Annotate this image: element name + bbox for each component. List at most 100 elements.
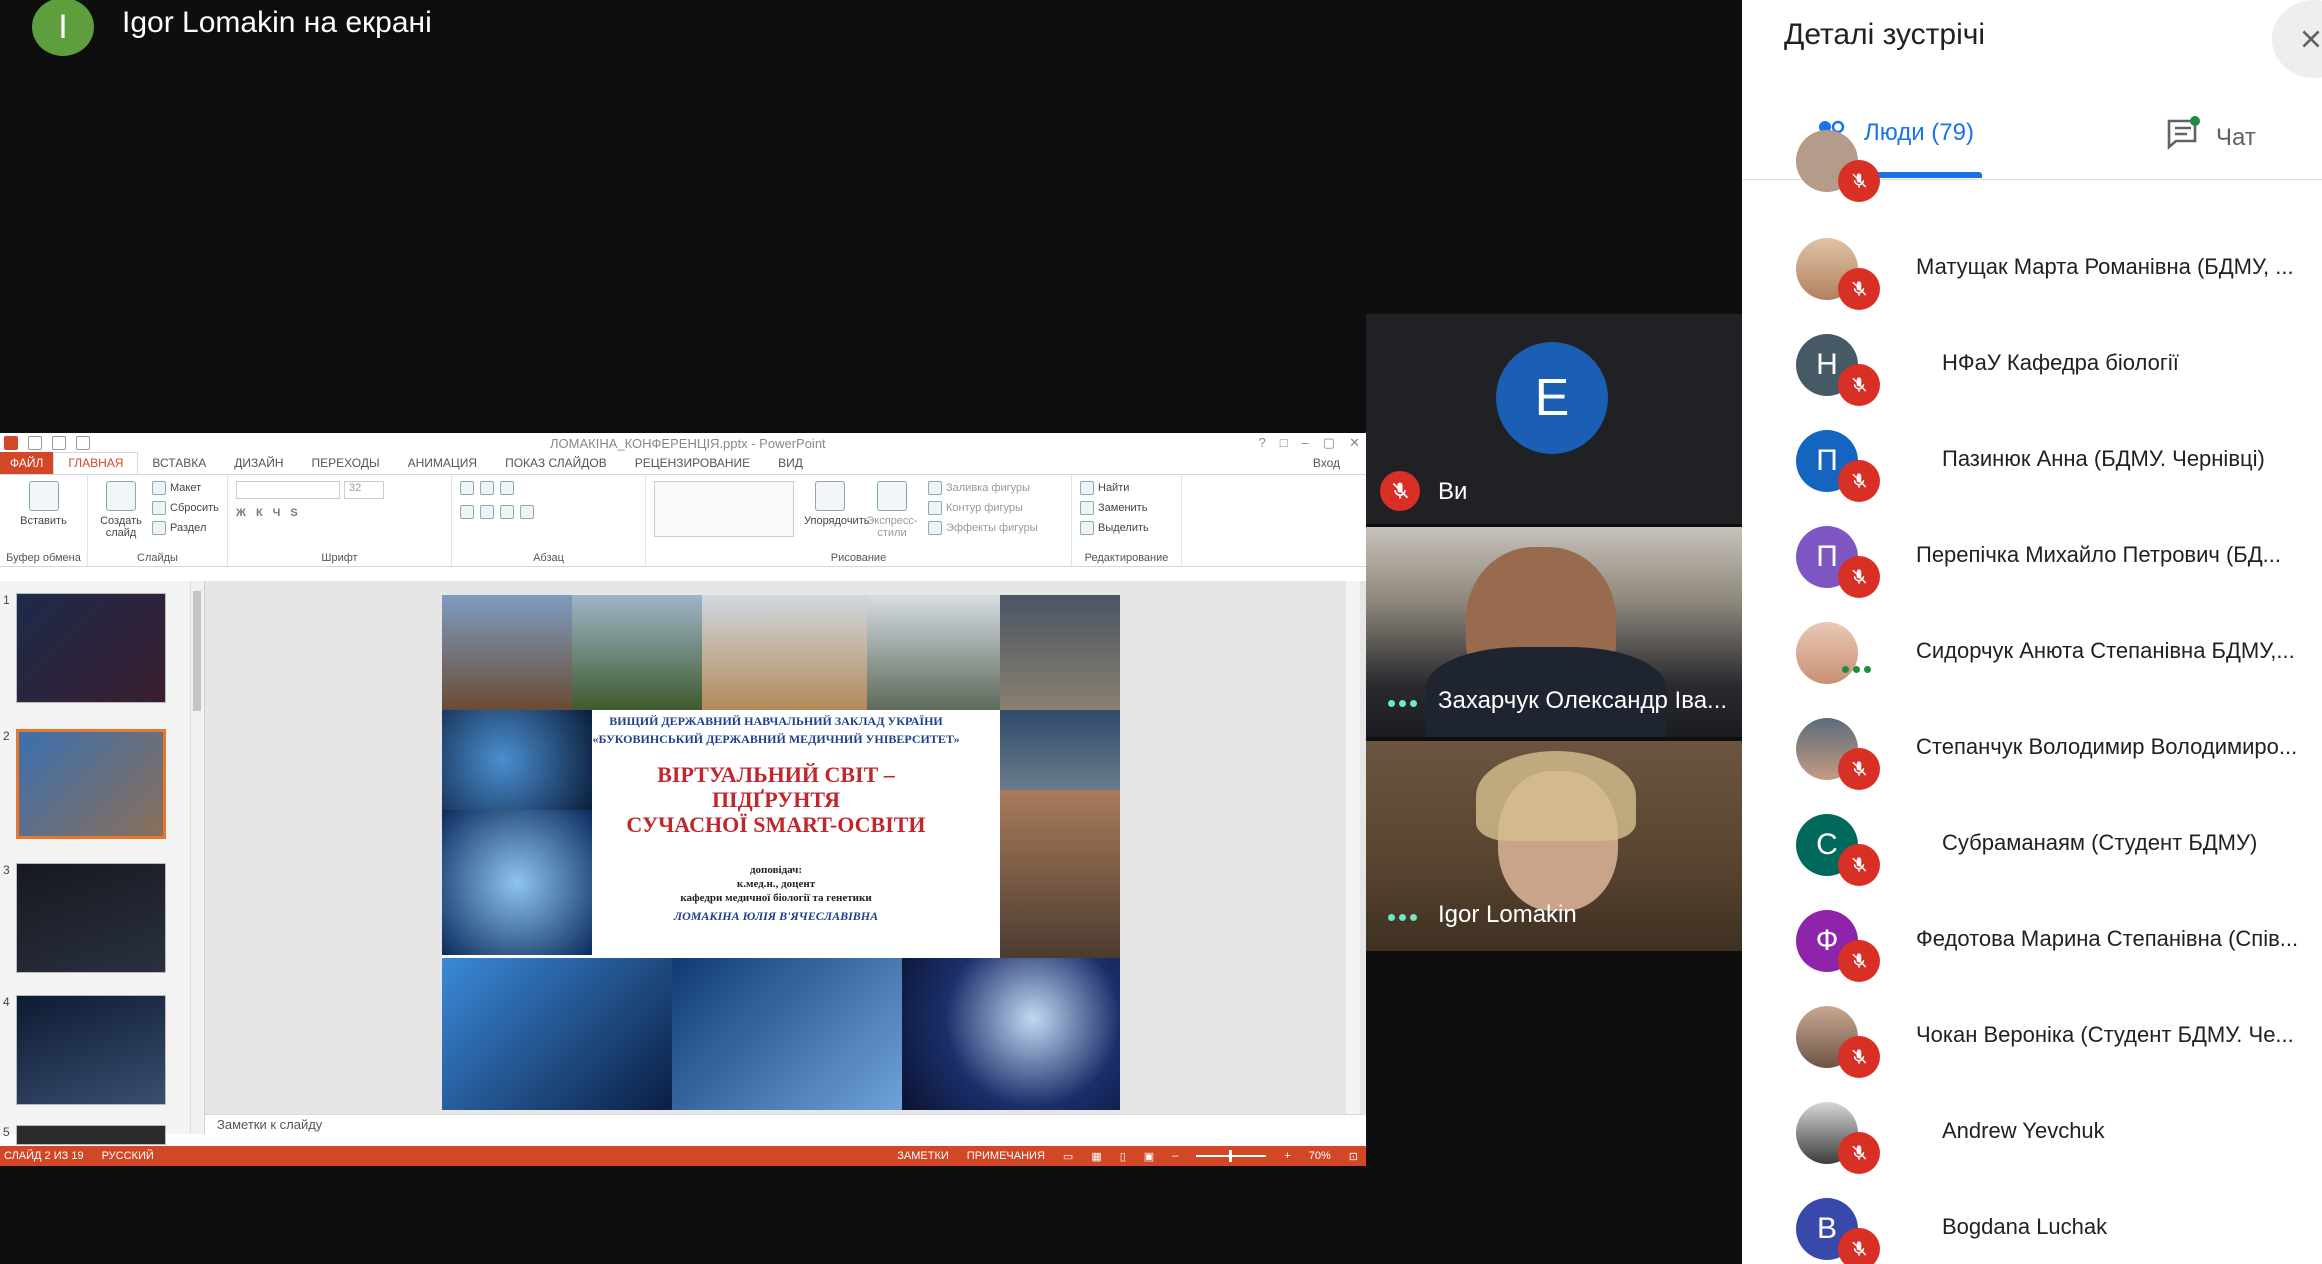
section-button[interactable]: Раздел — [152, 521, 219, 535]
slide-title: ВІРТУАЛЬНИЙ СВІТ – ПІДҐРУНТЯ — [657, 762, 895, 812]
audio-indicator-icon — [1388, 914, 1417, 921]
slide-sorter-icon[interactable]: ▦ — [1091, 1150, 1101, 1163]
list-item[interactable]: П Пазинюк Анна (БДМУ. Чернівці) — [1742, 414, 2322, 510]
list-item[interactable]: Сидорчук Анюта Степанівна БДМУ,... — [1742, 606, 2322, 702]
scroll-knob[interactable] — [193, 591, 201, 711]
notes-toggle[interactable]: ЗАМЕТКИ — [897, 1150, 949, 1162]
font-size-select[interactable]: 32 — [344, 481, 384, 499]
numbering-icon[interactable] — [480, 481, 494, 495]
list-item[interactable]: П Перепічка Михайло Петрович (БД... — [1742, 510, 2322, 606]
undo-icon[interactable] — [52, 436, 66, 450]
slide-title: СУЧАСНОЇ SMART-ОСВІТИ — [626, 812, 926, 837]
shape-effects-button[interactable]: Эффекты фигуры — [928, 521, 1038, 535]
zoom-out-icon[interactable]: – — [1172, 1150, 1178, 1162]
tab-review[interactable]: РЕЦЕНЗИРОВАНИЕ — [621, 456, 764, 474]
shadow-button[interactable]: S — [290, 507, 297, 519]
slide-thumbnail[interactable] — [16, 593, 166, 703]
notes-pane[interactable]: Заметки к слайду — [205, 1114, 1366, 1134]
new-slide-button[interactable]: Создать слайд — [96, 481, 146, 560]
tab-view[interactable]: ВИД — [764, 456, 817, 474]
layout-button[interactable]: Макет — [152, 481, 219, 495]
tab-animations[interactable]: АНИМАЦИЯ — [394, 456, 491, 474]
mic-off-icon — [1838, 1228, 1880, 1264]
list-item[interactable]: Ф Федотова Марина Степанівна (Спів... — [1742, 894, 2322, 990]
fit-to-window-icon[interactable]: ⊡ — [1349, 1150, 1358, 1163]
zoom-level[interactable]: 70% — [1309, 1150, 1331, 1162]
save-icon[interactable] — [28, 436, 42, 450]
thumb-number: 2 — [3, 729, 10, 743]
bullets-icon[interactable] — [460, 481, 474, 495]
align-center-icon[interactable] — [480, 505, 494, 519]
italic-button[interactable]: К — [256, 507, 263, 519]
slide-thumbnail[interactable] — [16, 995, 166, 1105]
quick-access-toolbar — [0, 436, 90, 450]
pp-titlebar: ЛОМАКІНА_КОНФЕРЕНЦІЯ.pptx - PowerPoint ?… — [0, 433, 1366, 453]
tab-home[interactable]: ГЛАВНАЯ — [53, 452, 139, 474]
thumb-number: 4 — [3, 995, 10, 1009]
zoom-in-icon[interactable]: + — [1284, 1150, 1290, 1162]
tab-design[interactable]: ДИЗАЙН — [220, 456, 297, 474]
indent-icon[interactable] — [500, 481, 514, 495]
tab-slideshow[interactable]: ПОКАЗ СЛАЙДОВ — [491, 456, 621, 474]
slide-thumbnail-selected[interactable] — [16, 729, 166, 839]
list-item[interactable]: Матущак Марта Романівна (БДМУ, ... — [1742, 222, 2322, 318]
ribbon: Вставить Буфер обмена Создать слайд Маке… — [0, 475, 1366, 567]
zoom-slider[interactable] — [1196, 1150, 1267, 1162]
help-icon[interactable]: ? — [1258, 435, 1265, 451]
slide-photo — [1000, 790, 1120, 958]
close-icon[interactable]: ✕ — [1349, 435, 1360, 451]
mic-off-icon — [1838, 460, 1880, 502]
quick-styles-button[interactable]: Экспресс-стили — [866, 481, 918, 560]
underline-button[interactable]: Ч — [273, 507, 281, 519]
section-icon — [152, 521, 166, 535]
find-button[interactable]: Найти — [1080, 481, 1173, 495]
ribbon-display-icon[interactable]: □ — [1280, 435, 1288, 451]
slideshow-icon[interactable]: ▣ — [1144, 1150, 1154, 1163]
bold-button[interactable]: Ж — [236, 507, 246, 519]
list-item[interactable] — [1742, 114, 2322, 210]
tab-insert[interactable]: ВСТАВКА — [138, 456, 220, 474]
list-item[interactable]: С Субраманаям (Студент БДМУ) — [1742, 798, 2322, 894]
close-panel-button[interactable] — [2272, 0, 2322, 78]
select-button[interactable]: Выделить — [1080, 521, 1173, 535]
tab-transitions[interactable]: ПЕРЕХОДЫ — [298, 456, 394, 474]
shape-fill-button[interactable]: Заливка фигуры — [928, 481, 1038, 495]
comments-toggle[interactable]: ПРИМЕЧАНИЯ — [967, 1150, 1045, 1162]
minimize-icon[interactable]: – — [1302, 435, 1309, 451]
mic-off-icon — [1838, 556, 1880, 598]
group-label: Абзац — [533, 552, 564, 564]
font-name-select[interactable] — [236, 481, 340, 499]
align-right-icon[interactable] — [500, 505, 514, 519]
shape-outline-button[interactable]: Контур фигуры — [928, 501, 1038, 515]
layout-label: Макет — [170, 482, 202, 494]
maximize-icon[interactable]: ▢ — [1323, 435, 1335, 451]
list-item[interactable]: Степанчук Володимир Володимиро... — [1742, 702, 2322, 798]
list-item[interactable]: Andrew Yevchuk — [1742, 1086, 2322, 1182]
replace-button[interactable]: Заменить — [1080, 501, 1173, 515]
slide-scrollbar[interactable] — [1346, 581, 1360, 1114]
reset-button[interactable]: Сбросить — [152, 501, 219, 515]
paste-button[interactable]: Вставить — [8, 515, 79, 527]
slide-photo — [442, 958, 672, 1110]
thumbnail-scrollbar[interactable] — [190, 581, 202, 1134]
slide-photo — [902, 958, 1120, 1110]
tab-file[interactable]: ФАЙЛ — [0, 452, 54, 474]
slide-photo — [672, 958, 902, 1110]
align-left-icon[interactable] — [460, 505, 474, 519]
arrange-button[interactable]: Упорядочить — [804, 481, 869, 560]
slide-text-box: ВИЩИЙ ДЕРЖАВНИЙ НАВЧАЛЬНИЙ ЗАКЛАД УКРАЇН… — [592, 710, 960, 956]
slide-photo — [702, 595, 867, 710]
slide-thumbnail[interactable] — [16, 1125, 166, 1145]
shapes-gallery[interactable] — [654, 481, 794, 537]
reading-view-icon[interactable]: ▯ — [1120, 1150, 1126, 1163]
list-item[interactable]: Чокан Вероніка (Студент БДМУ. Че... — [1742, 990, 2322, 1086]
sign-in-link[interactable]: Вход — [1313, 456, 1340, 470]
list-item[interactable]: B Bogdana Luchak — [1742, 1182, 2322, 1264]
normal-view-icon[interactable]: ▭ — [1063, 1150, 1073, 1163]
list-item[interactable]: Н НФаУ Кафедра біології — [1742, 318, 2322, 414]
justify-icon[interactable] — [520, 505, 534, 519]
redo-icon[interactable] — [76, 436, 90, 450]
participant-name: Пазинюк Анна (БДМУ. Чернівці) — [1942, 446, 2265, 471]
slide-thumbnail[interactable] — [16, 863, 166, 973]
language-indicator[interactable]: РУССКИЙ — [102, 1150, 154, 1162]
